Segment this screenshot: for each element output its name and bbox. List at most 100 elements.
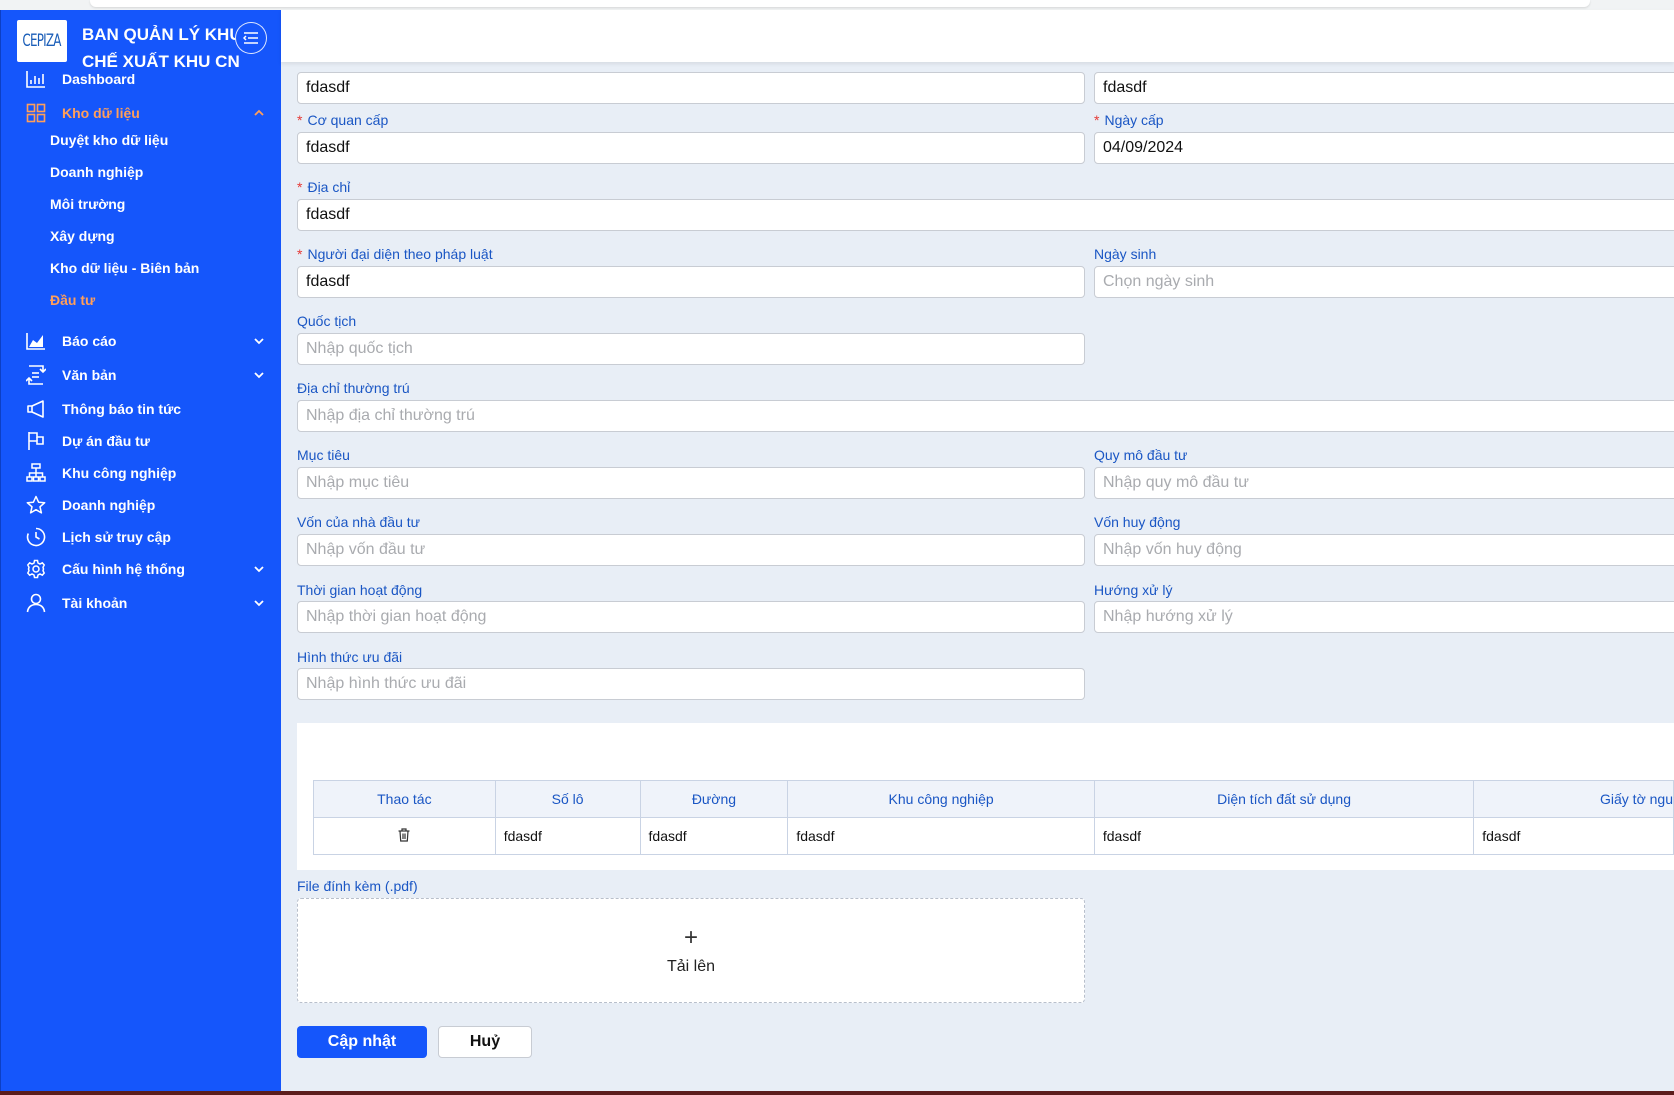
user-icon [25, 592, 47, 614]
sidebar-item-du-an-dau-tu[interactable]: Dự án đầu tư [1, 425, 281, 457]
nguoi-dai-dien-label: * Người đại diện theo pháp luật [297, 246, 493, 262]
submenu-item-doanh-nghiep[interactable]: Doanh nghiệp [50, 160, 143, 184]
quoc-tich-label: Quốc tịch [297, 313, 357, 329]
sidebar-item-cau-hinh-he-thong[interactable]: Cấu hình hệ thống [1, 553, 281, 585]
sidebar-item-lich-su-truy-cap[interactable]: Lịch sử truy cập [1, 521, 281, 553]
investor-input[interactable]: fdasdf [297, 72, 1085, 104]
submenu-item-dau-tu[interactable]: Đầu tư [50, 288, 95, 312]
huong-xu-ly-label: Hướng xử lý [1094, 582, 1173, 598]
chevron-down-icon [254, 600, 264, 607]
update-button[interactable]: Cập nhật [297, 1026, 427, 1058]
sidebar-item-label: Văn bản [62, 367, 117, 383]
thoi-gian-label: Thời gian hoạt động [297, 582, 423, 598]
upload-dropzone[interactable]: + Tải lên [297, 898, 1085, 1003]
sidebar-item-label: Tài khoản [62, 595, 128, 611]
von-huy-dong-input[interactable]: Nhập vốn huy động [1094, 534, 1674, 566]
co-quan-cap-label: * Cơ quan cấp [297, 112, 389, 128]
submenu-item-kho-du-lieu-bien-ban[interactable]: Kho dữ liệu - Biên bản [50, 256, 199, 280]
table-cell: fdasdf [787, 817, 1095, 855]
von-huy-dong-label: Vốn huy động [1094, 514, 1181, 530]
hinh-thuc-input[interactable]: Nhập hình thức ưu đãi [297, 668, 1085, 700]
table-cell: fdasdf [1473, 817, 1674, 855]
cluster-icon [25, 462, 47, 484]
thoi-gian-input[interactable]: Nhập thời gian hoạt động [297, 601, 1085, 633]
column-header: Diện tích đất sử dụng [1093, 780, 1475, 818]
area-chart-icon [25, 330, 47, 352]
muc-tieu-input[interactable]: Nhập mục tiêu [297, 467, 1085, 499]
ngay-sinh-datepicker[interactable]: Chọn ngày sinh [1094, 266, 1674, 298]
submenu-item-duyet-kho-du-lieu[interactable]: Duyệt kho dữ liệu [50, 128, 168, 152]
table-cell: fdasdf [1093, 817, 1475, 855]
sidebar-item-label: Dự án đầu tư [62, 433, 150, 449]
logo: CEPIZA [17, 20, 67, 62]
dia-chi-thuong-tru-input[interactable]: Nhập địa chỉ thường trú [297, 400, 1674, 432]
brand-line-1: BAN QUẢN LÝ KHU [82, 25, 242, 44]
land-table-card: Thao tác Số lô Đường Khu công nghiệp Diệ… [297, 723, 1674, 870]
co-quan-cap-input[interactable]: fdasdf [297, 132, 1085, 164]
sidebar-item-van-ban[interactable]: Văn bản [1, 359, 281, 391]
column-header: Số lô [494, 780, 641, 818]
megaphone-icon [25, 398, 47, 420]
collapse-sidebar-button[interactable] [235, 22, 267, 54]
browser-top-strip [0, 0, 1674, 10]
von-nha-dau-tu-input[interactable]: Nhập vốn đầu tư [297, 534, 1085, 566]
top-header [281, 10, 1674, 62]
grid-icon [25, 102, 47, 124]
huong-xu-ly-input[interactable]: Nhập hướng xử lý [1094, 601, 1674, 633]
column-header: Đường [639, 780, 789, 818]
dia-chi-input[interactable]: fdasdf [297, 199, 1674, 231]
sidebar: CEPIZA BAN QUẢN LÝ KHU CHẾ XUẤT KHU CN D… [0, 10, 281, 1091]
sidebar-item-label: Lịch sử truy cập [62, 529, 171, 545]
logo-text: CEPIZA [22, 31, 62, 51]
bar-chart-icon [25, 68, 47, 90]
muc-tieu-label: Mục tiêu [297, 447, 350, 463]
flag-icon [25, 430, 47, 452]
chevron-down-icon [254, 372, 264, 379]
von-nha-dau-tu-label: Vốn của nhà đầu tư [297, 514, 421, 530]
sidebar-item-label: Khu công nghiệp [62, 465, 177, 481]
sidebar-item-tai-khoan[interactable]: Tài khoản [1, 587, 281, 619]
table-header-row: Thao tác Số lô Đường Khu công nghiệp Diệ… [313, 780, 1674, 818]
submenu-item-xay-dung[interactable]: Xây dựng [50, 224, 115, 248]
dia-chi-label: * Địa chỉ [297, 179, 351, 195]
upload-label: Tải lên [666, 957, 716, 975]
file-attachment-label: File đính kèm (.pdf) [297, 878, 418, 894]
column-header: Khu công nghiệp [787, 780, 1095, 818]
bottom-strip [0, 1091, 1674, 1095]
action-cell [313, 817, 496, 855]
browser-tab-line [90, 0, 1590, 7]
quoc-tich-input[interactable]: Nhập quốc tịch [297, 333, 1085, 365]
menu-fold-icon [243, 32, 258, 44]
sidebar-item-label: Doanh nghiệp [62, 497, 156, 513]
cancel-button[interactable]: Huỷ [438, 1026, 532, 1058]
transfer-icon [25, 364, 47, 386]
quy-mo-label: Quy mô đầu tư [1094, 447, 1188, 463]
quy-mo-input[interactable]: Nhập quy mô đầu tư [1094, 467, 1674, 499]
table-row: fdasdf fdasdf fdasdf fdasdf fdasdf [313, 817, 1674, 855]
ngay-sinh-label: Ngày sinh [1094, 246, 1157, 262]
sidebar-item-label: Thông báo tin tức [62, 401, 182, 417]
chevron-down-icon [254, 566, 264, 573]
sidebar-item-dashboard[interactable]: Dashboard [1, 63, 281, 95]
sidebar-item-kho-du-lieu[interactable]: Kho dữ liệu [1, 97, 281, 129]
chevron-up-icon [254, 109, 264, 116]
column-header: Thao tác [313, 780, 496, 818]
main-content: fdasdf fdasdf * Cơ quan cấp fdasdf * Ngày … [281, 62, 1674, 1091]
trash-icon[interactable] [398, 827, 410, 842]
submenu-item-moi-truong[interactable]: Môi trường [50, 192, 125, 216]
clock-icon [25, 526, 47, 548]
sidebar-item-thong-bao-tin-tuc[interactable]: Thông báo tin tức [1, 393, 281, 425]
chevron-down-icon [254, 338, 264, 345]
sidebar-item-bao-cao[interactable]: Báo cáo [1, 325, 281, 357]
table-cell: fdasdf [494, 817, 641, 855]
gear-icon [25, 558, 47, 580]
sidebar-item-khu-cong-nghiep[interactable]: Khu công nghiệp [1, 457, 281, 489]
table-cell: fdasdf [639, 817, 789, 855]
gcn-date-input[interactable]: fdasdf [1094, 72, 1674, 104]
nguoi-dai-dien-input[interactable]: fdasdf [297, 266, 1085, 298]
ngay-cap-label: * Ngày cấp [1094, 112, 1164, 128]
dia-chi-thuong-tru-label: Địa chỉ thường trú [297, 380, 410, 396]
ngay-cap-input[interactable]: 04/09/2024 [1094, 132, 1674, 164]
land-table: Thao tác Số lô Đường Khu công nghiệp Diệ… [313, 780, 1674, 855]
sidebar-item-doanh-nghiep[interactable]: Doanh nghiệp [1, 489, 281, 521]
